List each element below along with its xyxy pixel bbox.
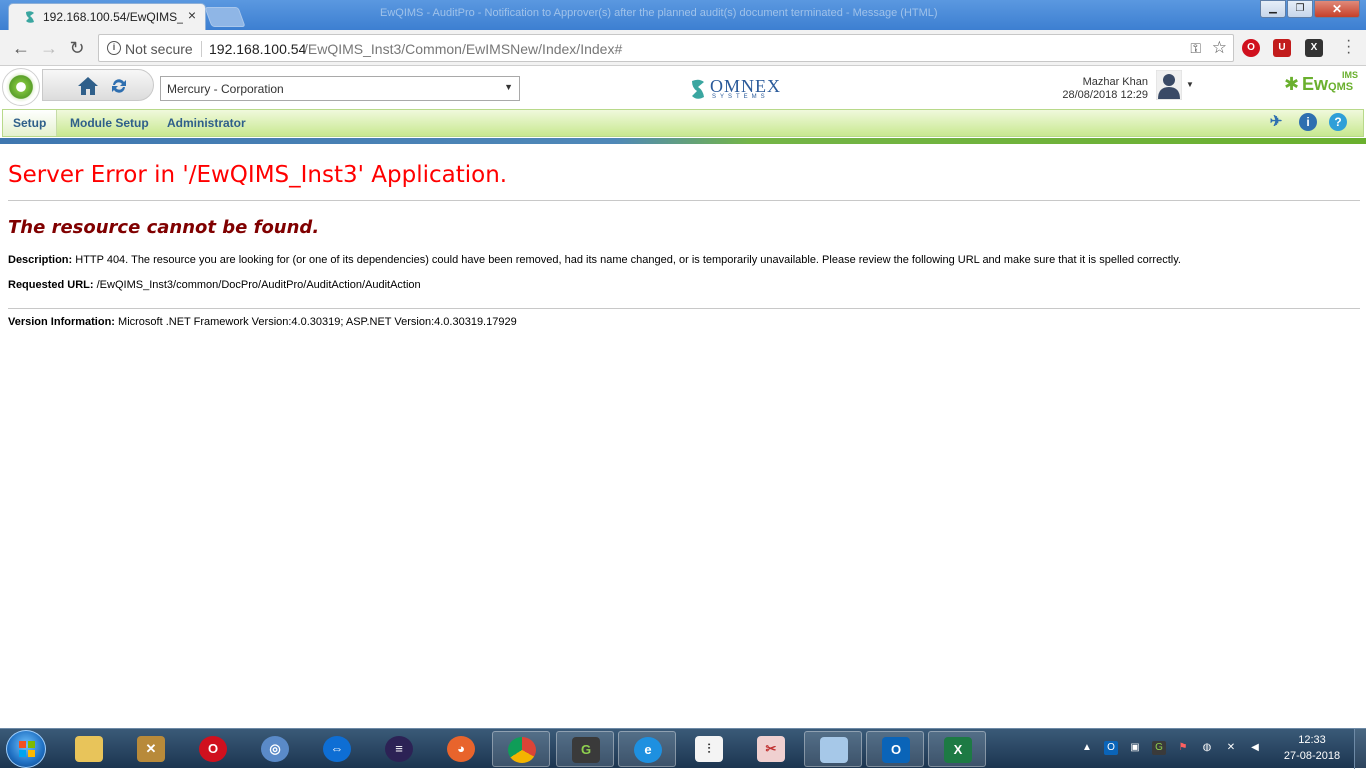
main-menu-bar: Setup Module Setup Administrator ✈ i ? [2,109,1364,137]
tray-outlook-icon[interactable]: O [1104,741,1118,755]
help-icon[interactable]: ? [1329,113,1347,131]
site-favicon-icon [26,11,34,23]
network-icon[interactable]: ◎ [246,731,304,767]
browser-tab[interactable]: 192.168.100.54/EwQIMS_ × [8,3,206,30]
opera-extension-icon[interactable]: O [1242,39,1260,57]
header-stripe [0,138,1366,144]
tray-green-icon[interactable]: G [1152,741,1166,755]
x-extension-icon[interactable]: X [1305,39,1323,57]
start-button[interactable] [6,730,46,768]
divider [8,200,1360,201]
bookmark-star-icon[interactable]: ☆ [1212,38,1227,58]
close-window-button[interactable]: ✕ [1314,0,1360,18]
internet-explorer-icon[interactable]: e [618,731,676,767]
error-subtitle: The resource cannot be found. [8,217,320,238]
opera-icon[interactable]: O [184,731,242,767]
notepad-plus-icon[interactable]: G [556,731,614,767]
forward-arrow-icon[interactable]: → [38,37,60,59]
omnex-logo: OMNEX SYSTEMS [690,76,790,102]
requested-url-row: Requested URL: /EwQIMS_Inst3/common/DocP… [8,279,1360,291]
maximize-button[interactable]: ❐ [1287,0,1313,18]
browser-toolbar: ← → ↻ i Not secure 192.168.100.54 /EwQIM… [0,30,1366,66]
tray-display-icon[interactable]: ▣ [1128,741,1142,755]
tray-network-icon[interactable]: ✕ [1224,741,1238,755]
chevron-down-icon: ▼ [504,82,513,92]
snipping-tool-icon[interactable]: ✂ [742,731,800,767]
excel-icon[interactable]: X [928,731,986,767]
show-desktop-button[interactable] [1354,729,1366,769]
tray-expand-icon[interactable]: ▲ [1080,741,1094,755]
version-label: Version Information: [8,316,115,328]
url-host: 192.168.100.54 [209,41,307,57]
app-logo-icon[interactable] [2,68,40,106]
version-row: Version Information: Microsoft .NET Fram… [8,316,1360,328]
company-select[interactable]: Mercury - Corporation ▼ [160,76,520,101]
teamviewer-icon[interactable]: ⇔ [308,731,366,767]
address-bar[interactable]: i Not secure 192.168.100.54 /EwQIMS_Inst… [98,34,1234,62]
omnex-sub: SYSTEMS [712,94,769,100]
divider [8,308,1360,309]
tray-globe-icon[interactable]: ◍ [1200,741,1214,755]
clock-date[interactable]: 27-08-2018 [1282,750,1342,762]
key-icon[interactable]: ⚿ [1190,40,1201,57]
reload-icon[interactable]: ↻ [66,37,88,59]
product-ims: IMS [1342,70,1359,80]
shield-extension-icon[interactable]: U [1273,39,1291,57]
menu-module-setup[interactable]: Module Setup [60,110,159,136]
user-menu-caret-icon[interactable]: ▼ [1186,80,1194,89]
info-icon[interactable]: i [107,41,121,55]
app-header: Mercury - Corporation ▼ OMNEX SYSTEMS Ma… [0,66,1366,108]
user-datetime: 28/08/2018 12:29 [1062,89,1148,101]
windows-logo-icon [19,741,35,757]
avatar[interactable] [1156,70,1182,100]
omnex-mark-icon [692,79,704,99]
ewqims-logo: ✱ EwQMS IMS [1284,70,1360,100]
user-name: Mazhar Khan [1082,76,1148,88]
flower-icon: ✱ [1284,74,1300,94]
chrome-icon[interactable] [492,731,550,767]
chart-app-icon[interactable]: ⫶ [680,731,738,767]
tray-flag-icon[interactable]: ⚑ [1176,741,1190,755]
minimize-button[interactable]: ▁ [1260,0,1286,18]
refresh-icon[interactable] [109,76,129,96]
error-description: Description: HTTP 404. The resource you … [8,254,1360,266]
error-page: Server Error in '/EwQIMS_Inst3' Applicat… [8,150,1360,328]
volume-icon[interactable]: ◀ [1248,741,1262,755]
info-circle-icon[interactable]: i [1299,113,1317,131]
home-icon[interactable] [77,76,99,96]
menu-administrator[interactable]: Administrator [157,110,256,136]
window-title: EwQIMS - AuditPro - Notification to Appr… [380,7,938,19]
file-explorer-icon[interactable] [60,731,118,767]
new-tab-button[interactable] [204,7,246,27]
requested-url-label: Requested URL: [8,279,94,291]
outlook-icon[interactable]: O [866,731,924,767]
tab-close-icon[interactable]: × [185,7,199,23]
error-title: Server Error in '/EwQIMS_Inst3' Applicat… [8,162,508,188]
description-label: Description: [8,254,73,266]
firefox-icon[interactable]: ◕ [432,731,490,767]
back-arrow-icon[interactable]: ← [10,37,32,59]
description-text: HTTP 404. The resource you are looking f… [75,254,1181,266]
tab-title: 192.168.100.54/EwQIMS_ [43,10,183,24]
nav-pill [42,69,154,101]
url-path: /EwQIMS_Inst3/Common/EwIMSNew/Index/Inde… [304,41,623,57]
version-text: Microsoft .NET Framework Version:4.0.303… [118,316,517,328]
not-secure-label: Not secure [125,41,193,57]
windows-taskbar: ✕ O ◎ ⇔ ≡ ◕ G e ⫶ ✂ O X ▲ O ▣ G ⚑ ◍ ✕ ◀ … [0,728,1366,769]
company-select-value: Mercury - Corporation [167,82,284,96]
window-controls: ▁ ❐ ✕ [1259,0,1360,20]
requested-url: /EwQIMS_Inst3/common/DocPro/AuditPro/Aud… [96,279,421,291]
notes-icon[interactable] [804,731,862,767]
menu-setup[interactable]: Setup [3,110,58,136]
browser-tab-strip: 192.168.100.54/EwQIMS_ × EwQIMS - AuditP… [0,0,1366,30]
clock-time[interactable]: 12:33 [1282,734,1342,746]
tools-icon[interactable]: ✕ [122,731,180,767]
browser-menu-icon[interactable]: · · · [1346,33,1352,61]
pin-icon[interactable]: ✈ [1267,113,1285,131]
address-separator [201,41,202,57]
eclipse-icon[interactable]: ≡ [370,731,428,767]
